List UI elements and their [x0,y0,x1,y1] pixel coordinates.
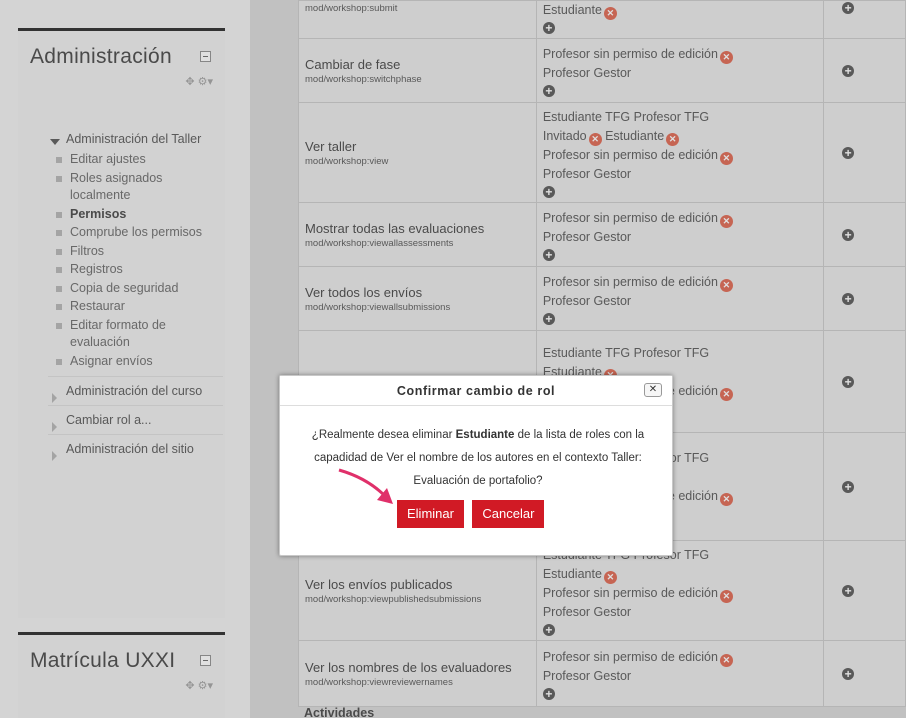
dialog-text-before: ¿Realmente desea eliminar [311,429,456,441]
cancelar-button[interactable]: Cancelar [472,500,545,528]
dialog-role-name: Estudiante [455,429,515,441]
eliminar-button[interactable]: Eliminar [397,500,464,528]
dialog-buttons: Eliminar Cancelar [397,500,548,528]
dialog-header: Confirmar cambio de rol ✕ [280,376,672,406]
pointer-arrow-icon [338,468,393,504]
confirm-role-dialog: Confirmar cambio de rol ✕ ¿Realmente des… [279,375,673,556]
modal-overlay [0,0,906,718]
close-icon[interactable]: ✕ [644,383,662,397]
dialog-title: Confirmar cambio de rol [396,384,556,398]
